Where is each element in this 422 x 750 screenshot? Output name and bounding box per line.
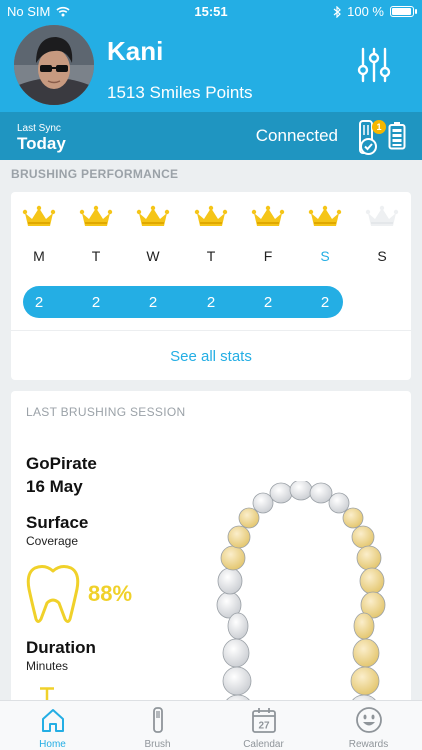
toothbrush-icon xyxy=(153,707,163,733)
tab-home[interactable]: Home xyxy=(0,701,105,750)
tab-bar: Home Brush 27 Calendar Rewards xyxy=(0,700,422,750)
calendar-icon: 27 xyxy=(252,708,276,733)
crown-icon xyxy=(136,205,170,226)
brush-count: 2 xyxy=(206,294,216,311)
brush-count: 2 xyxy=(91,294,101,311)
settings-sliders-icon[interactable] xyxy=(356,46,392,84)
battery-icon xyxy=(390,6,417,17)
connection-status: Connected xyxy=(255,126,338,145)
last-sync-value: Today xyxy=(17,134,66,153)
day-label: F xyxy=(263,248,273,264)
user-name: Kani xyxy=(107,36,164,66)
minutes-label: Minutes xyxy=(26,659,69,673)
brushing-performance-card: 2 2 2 2 2 2 See all stats M T W T F S S xyxy=(11,192,411,380)
tab-home-label: Home xyxy=(39,739,66,750)
day-label: T xyxy=(91,248,101,264)
brush-count-bar xyxy=(23,286,343,318)
crown-icon xyxy=(79,205,113,226)
tab-rewards[interactable]: Rewards xyxy=(316,701,421,750)
teeth-coverage-illustration xyxy=(216,481,386,711)
duration-label: Duration xyxy=(26,638,96,657)
crown-icon xyxy=(194,205,228,226)
crown-icon xyxy=(22,205,56,226)
notification-badge: 1 xyxy=(372,120,386,134)
smiles-points: 1513 Smiles Points xyxy=(107,83,253,102)
bluetooth-icon xyxy=(333,5,342,18)
avatar[interactable] xyxy=(14,25,94,105)
profile-header: No SIM 15:51 100 % Kani 1513 Smiles Poin… xyxy=(0,0,422,112)
day-label: M xyxy=(33,248,45,264)
tab-rewards-label: Rewards xyxy=(348,739,389,750)
smiley-icon xyxy=(356,707,382,733)
tab-brush[interactable]: Brush xyxy=(105,701,210,750)
tab-calendar-label: Calendar xyxy=(243,739,284,750)
tab-calendar[interactable]: 27 Calendar xyxy=(211,701,316,750)
last-sync-label: Last Sync xyxy=(17,123,61,134)
last-session-card[interactable]: LAST BRUSHING SESSION GoPirate 16 May Su… xyxy=(11,391,411,711)
brush-count: 2 xyxy=(320,294,330,311)
tooth-icon xyxy=(26,565,80,623)
day-label: W xyxy=(146,248,160,264)
game-name: GoPirate xyxy=(26,454,97,473)
status-bar: No SIM 15:51 100 % xyxy=(0,0,422,22)
session-date: 16 May xyxy=(26,477,83,496)
day-label: S xyxy=(377,248,387,264)
day-label: S xyxy=(320,248,330,264)
coverage-label: Coverage xyxy=(26,534,79,548)
surface-label: Surface xyxy=(26,513,89,532)
coverage-percent: 88% xyxy=(88,581,133,606)
brush-count: 2 xyxy=(148,294,158,311)
crown-icon xyxy=(308,205,342,226)
tab-brush-label: Brush xyxy=(144,739,171,750)
brushing-performance-title: BRUSHING PERFORMANCE xyxy=(11,167,179,181)
brush-count: 2 xyxy=(34,294,44,311)
battery-percent: 100 % xyxy=(347,4,384,19)
check-icon xyxy=(360,138,377,155)
brush-count: 2 xyxy=(263,294,273,311)
crown-icon xyxy=(251,205,285,226)
device-battery-icon xyxy=(388,122,406,150)
see-all-stats-link[interactable]: See all stats xyxy=(11,348,411,365)
calendar-day-number: 27 xyxy=(258,721,270,732)
home-icon xyxy=(42,709,64,732)
divider xyxy=(11,330,411,331)
day-label: T xyxy=(206,248,216,264)
crown-icon xyxy=(365,205,399,226)
last-session-title: LAST BRUSHING SESSION xyxy=(26,405,186,419)
